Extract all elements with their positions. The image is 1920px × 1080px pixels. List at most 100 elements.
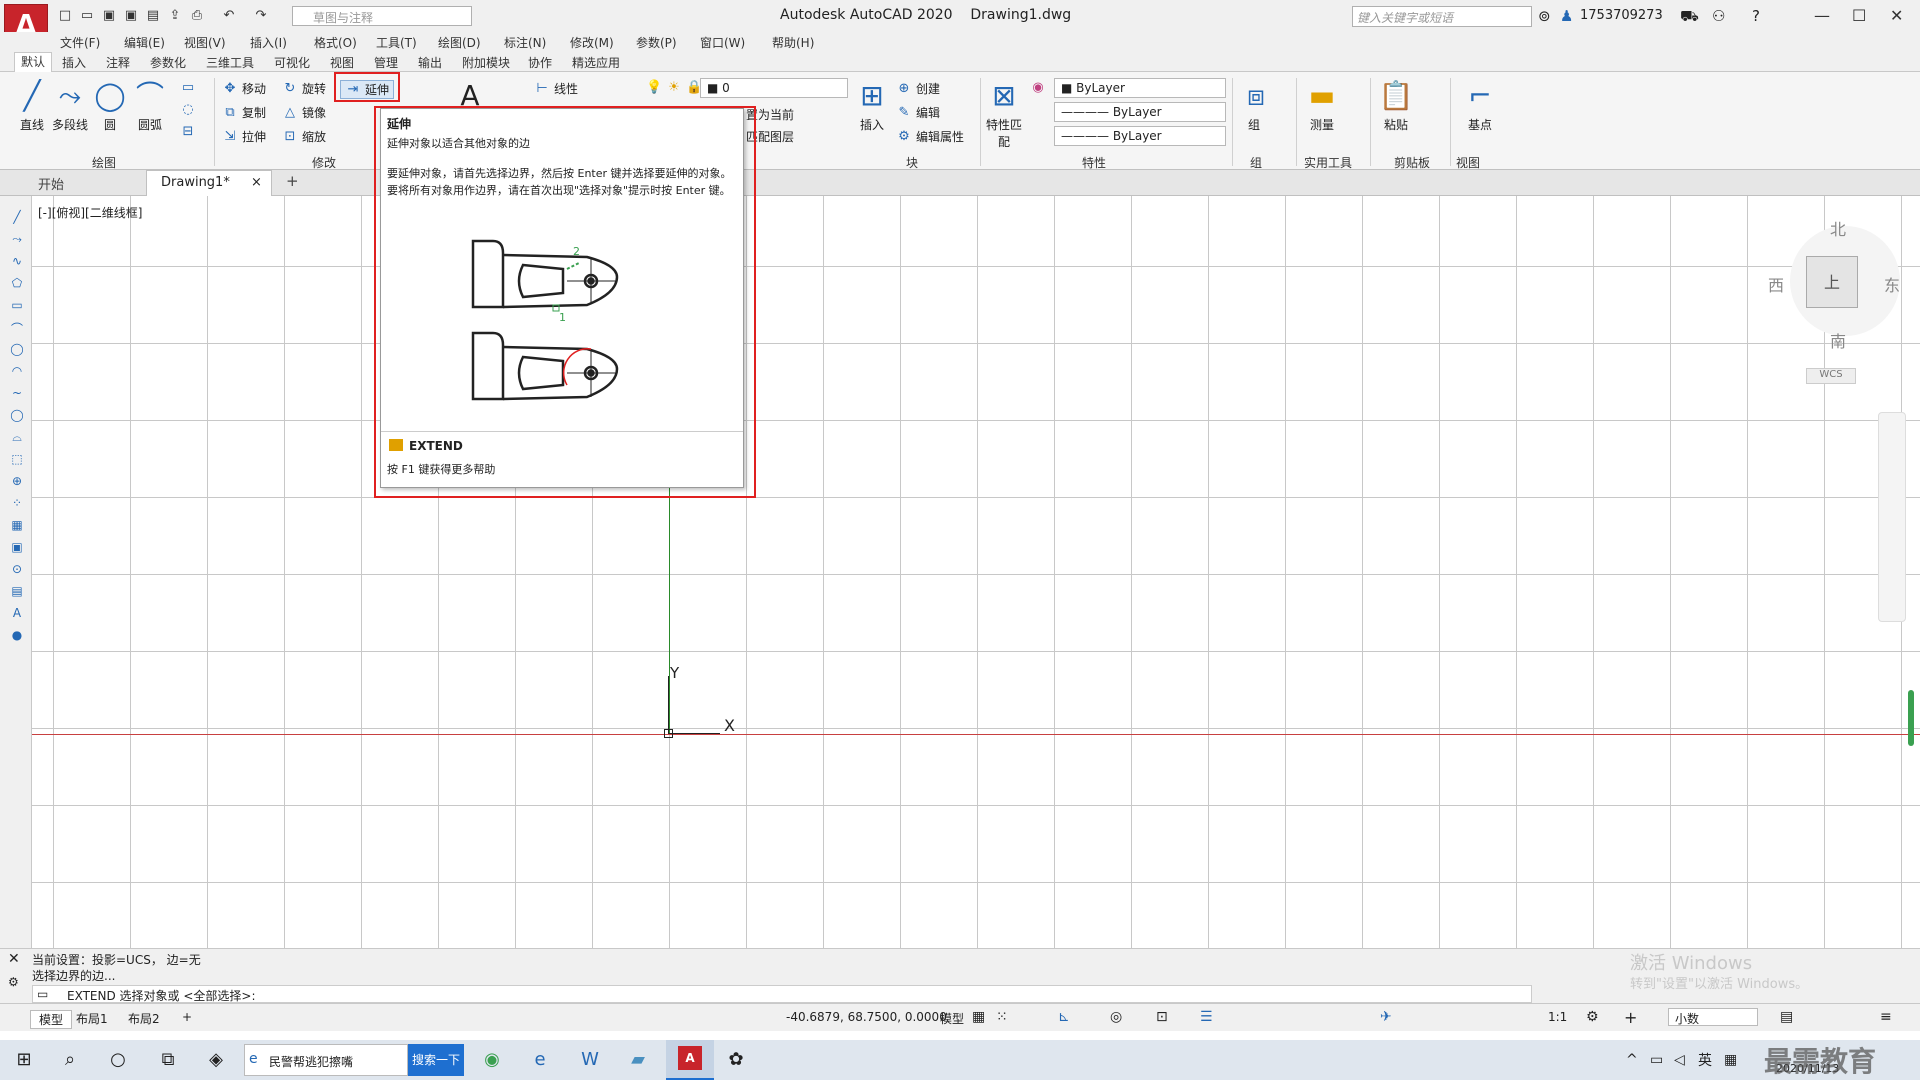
menu-item[interactable]: 格式(O)	[314, 34, 357, 51]
input-language[interactable]: 英	[1698, 1050, 1712, 1070]
undo-icon[interactable]: ↶	[220, 8, 238, 24]
tab-drawing1[interactable]: Drawing1* ×	[146, 170, 272, 196]
layout-tab[interactable]: +	[182, 1010, 192, 1024]
ribbon-tab[interactable]: 视图	[330, 54, 354, 71]
menu-item[interactable]: 绘图(D)	[438, 34, 481, 51]
menu-item[interactable]: 文件(F)	[60, 34, 100, 51]
osnap-icon[interactable]: ⊡	[1156, 1009, 1168, 1025]
grid-icon[interactable]: ▦	[972, 1009, 985, 1025]
polyline-button[interactable]: ⤳ 多段线	[50, 78, 90, 133]
cortana-icon[interactable]: ○	[106, 1048, 130, 1072]
snap-icon[interactable]: ⁙	[996, 1009, 1008, 1025]
draw-tool-icon[interactable]: ⁘	[9, 496, 25, 512]
boundary-icon[interactable]: ⊟	[180, 124, 196, 140]
autocad-taskbar-button[interactable]: A	[666, 1040, 714, 1080]
tab-close-icon[interactable]: ×	[251, 175, 262, 190]
draw-tool-icon[interactable]: ⊙	[9, 562, 25, 578]
viewcube-north[interactable]: 北	[1830, 216, 1846, 240]
layer-dropdown[interactable]: ■ 0	[700, 78, 848, 98]
base-point-button[interactable]: ⌐ 基点	[1458, 78, 1502, 133]
line-button[interactable]: ╱ 直线	[12, 78, 52, 133]
linear-dim-button[interactable]: ⊢ 线性	[534, 80, 578, 97]
user-icon[interactable]: ♟	[1560, 7, 1573, 25]
gear-icon[interactable]: ⚙	[1586, 1009, 1599, 1025]
menu-item[interactable]: 编辑(E)	[124, 34, 165, 51]
tab-start[interactable]: 开始	[38, 174, 64, 193]
lineweight-dropdown[interactable]: ———— ByLayer	[1054, 126, 1226, 146]
maximize-icon[interactable]: ☐	[1852, 6, 1866, 25]
save-icon[interactable]: ▣	[100, 8, 118, 24]
app-icon[interactable]: ◈	[204, 1048, 228, 1072]
volume-icon[interactable]: ◁	[1674, 1052, 1685, 1068]
network-icon[interactable]: ⚇	[1712, 7, 1725, 25]
draw-tool-icon[interactable]: ~	[9, 386, 25, 402]
draw-tool-icon[interactable]: ⌒	[9, 320, 25, 336]
ribbon-tab[interactable]: 三维工具	[206, 54, 254, 71]
menu-item[interactable]: 帮助(H)	[772, 34, 814, 51]
edit-attr-button[interactable]: ⚙ 编辑属性	[896, 128, 964, 145]
share-icon[interactable]: ⇪	[166, 8, 184, 24]
print-icon[interactable]: ⎙	[188, 8, 206, 24]
close-cmd-icon[interactable]: ✕	[8, 951, 20, 967]
insert-button[interactable]: ⊞ 插入	[852, 78, 892, 133]
plus-icon[interactable]: +	[1624, 1008, 1637, 1027]
rotate-button[interactable]: ↻ 旋转	[282, 80, 326, 97]
notes-icon[interactable]: ▰	[626, 1048, 650, 1072]
layout-tab[interactable]: 布局2	[128, 1010, 160, 1027]
mirror-button[interactable]: △ 镜像	[282, 104, 326, 121]
viewcube-east[interactable]: 东	[1884, 272, 1900, 296]
help-icon[interactable]: ?	[1752, 7, 1760, 25]
new-tab-icon[interactable]: +	[286, 172, 299, 190]
polar-icon[interactable]: ◎	[1110, 1009, 1122, 1025]
ribbon-tab[interactable]: 附加模块	[462, 54, 510, 71]
menu-item[interactable]: 视图(V)	[184, 34, 226, 51]
draw-tool-icon[interactable]: ⊕	[9, 474, 25, 490]
viewport-controls[interactable]: [-][俯视][二维线框]	[38, 204, 142, 221]
paste-button[interactable]: 📋 粘贴	[1376, 78, 1416, 133]
draw-tool-icon[interactable]: ╱	[9, 210, 25, 226]
draw-tool-icon[interactable]: ◯	[9, 408, 25, 424]
ribbon-tab[interactable]: 插入	[62, 54, 86, 71]
search-go-button[interactable]: 搜索一下	[408, 1044, 464, 1076]
save-as-icon[interactable]: ▣	[122, 8, 140, 24]
copy-button[interactable]: ⧉ 复制	[222, 104, 266, 121]
customize-icon[interactable]: ⚙	[8, 975, 19, 989]
ribbon-tab[interactable]: 协作	[528, 54, 552, 71]
stretch-button[interactable]: ⇲ 拉伸	[222, 128, 266, 145]
draw-tool-icon[interactable]: ●	[9, 628, 25, 644]
viewcube-top-face[interactable]: 上	[1806, 256, 1858, 308]
ribbon-tab[interactable]: 默认	[14, 52, 53, 72]
ribbon-tab[interactable]: 精选应用	[572, 54, 620, 71]
color-wheel-icon[interactable]: ◉	[1030, 80, 1046, 96]
tray-chevron-icon[interactable]: ^	[1626, 1052, 1638, 1068]
draw-tool-icon[interactable]: A	[9, 606, 25, 622]
hatch-icon[interactable]: ◌	[180, 102, 196, 118]
menu-icon[interactable]: ≡	[1880, 1009, 1892, 1025]
menu-item[interactable]: 修改(M)	[570, 34, 614, 51]
layer-icons[interactable]: 💡 ☀ 🔒	[646, 80, 702, 96]
layout-tab[interactable]: 布局1	[76, 1010, 108, 1027]
draw-tool-icon[interactable]: ⬠	[9, 276, 25, 292]
ribbon-tab[interactable]: 注释	[106, 54, 130, 71]
ime-icon[interactable]: ▦	[1724, 1052, 1737, 1068]
publish-icon[interactable]: ▤	[144, 8, 162, 24]
rectangle-icon[interactable]: ▭	[180, 80, 196, 96]
user-name[interactable]: 1753709273	[1580, 8, 1663, 23]
search-icon[interactable]: ⌕	[58, 1048, 82, 1072]
command-input[interactable]: ▭ EXTEND 选择对象或 <全部选择>:	[32, 985, 1532, 1003]
ie-search-box[interactable]: e 民警帮逃犯擦嘴	[244, 1044, 408, 1076]
match-prop-button[interactable]: ⊠ 特性匹配	[986, 78, 1022, 150]
drawing-canvas[interactable]	[32, 196, 1920, 948]
ribbon-tab[interactable]: 管理	[374, 54, 398, 71]
cart-icon[interactable]: ⛟	[1680, 7, 1699, 27]
circle-button[interactable]: ◯ 圆	[90, 78, 130, 133]
menu-item[interactable]: 工具(T)	[376, 34, 417, 51]
color-dropdown[interactable]: ■ ByLayer	[1054, 78, 1226, 98]
annotation-scale[interactable]: 1:1	[1548, 1010, 1567, 1024]
wcs-dropdown[interactable]: WCS	[1806, 368, 1856, 384]
units-dropdown[interactable]: 小数	[1668, 1008, 1758, 1026]
edit-block-button[interactable]: ✎ 编辑	[896, 104, 940, 121]
ortho-icon[interactable]: ⊾	[1058, 1009, 1070, 1025]
edge-icon[interactable]: e	[528, 1048, 552, 1072]
draw-tool-icon[interactable]: ▭	[9, 298, 25, 314]
